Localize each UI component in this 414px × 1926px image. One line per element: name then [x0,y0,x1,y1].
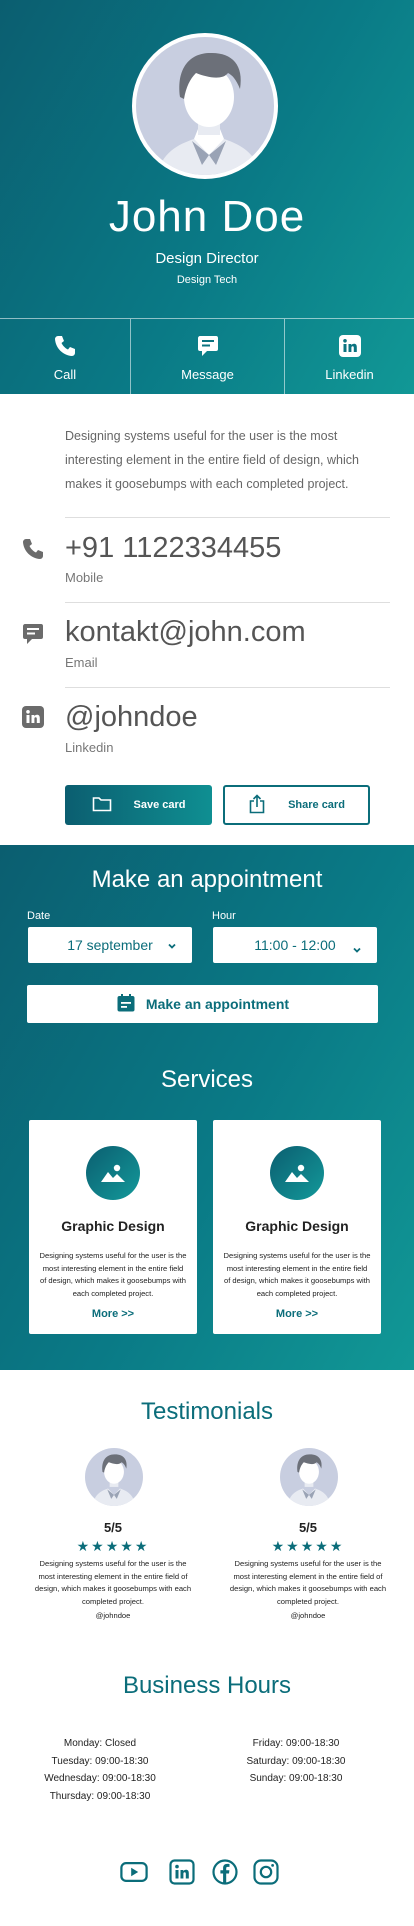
save-card-button[interactable]: Save card [65,785,212,825]
contact-value: kontakt@john.com [65,616,306,648]
contact-label: Mobile [65,570,104,585]
testimonial-handle: @johndoe [95,1611,131,1620]
image-icon [86,1146,140,1200]
bio-text: Designing systems useful for the user is… [65,429,359,491]
service-description: Designing systems useful for the user is… [223,1251,371,1298]
contact-value: @johndoe [65,701,198,733]
save-card-label: Save card [133,799,186,811]
linkedin-icon [337,333,363,359]
service-card[interactable]: Graphic Design Designing systems useful … [29,1120,197,1334]
services-heading: Services [160,1066,254,1093]
hour-label: Hour [212,910,236,922]
hours-item: Thursday: 09:00-18:30 [49,1790,151,1802]
testimonial-rating: 5/5 [103,1520,123,1535]
hour-value: 11:00 - 12:00 [254,937,336,953]
hours-list-right: Friday: 09:00-18:30 Saturday: 09:00-18:3… [211,1735,381,1788]
date-value: 17 september [67,937,153,953]
make-appointment-button[interactable]: Make an appointment [27,985,378,1023]
phone-icon [52,333,78,359]
testimonial-rating: 5/5 [298,1520,318,1535]
contact-label: Linkedin [65,740,114,755]
contact-label: Email [65,655,98,670]
make-appointment-label: Make an appointment [145,996,290,1012]
service-title: Graphic Design [245,1218,349,1234]
testimonial-handle: @johndoe [290,1611,326,1620]
avatar [85,1448,143,1506]
linkedin-icon[interactable] [168,1858,196,1886]
testimonial-text: Designing systems useful for the user is… [34,1559,192,1606]
quick-actions: Call Message Linkedin [0,318,414,395]
youtube-icon[interactable] [120,1858,148,1886]
divider [65,517,390,518]
service-more-link[interactable]: More >> [29,1308,197,1320]
chevron-down-icon [166,939,178,951]
service-more-link[interactable]: More >> [213,1308,381,1320]
hours-item: Sunday: 09:00-18:30 [249,1773,343,1784]
call-button[interactable]: Call [0,319,130,395]
profile-title: Design Director [155,250,259,267]
avatar [280,1448,338,1506]
hours-list-left: Monday: Closed Tuesday: 09:00-18:30 Wedn… [15,1735,185,1805]
divider [65,687,390,688]
hours-item: Tuesday: 09:00-18:30 [51,1755,149,1767]
message-icon [21,622,45,646]
star-rating-icon: ★★★★★ [76,1538,150,1554]
star-rating-icon: ★★★★★ [271,1538,345,1554]
testimonials-heading: Testimonials [140,1398,274,1425]
testimonial-text: Designing systems useful for the user is… [229,1559,387,1606]
share-card-label: Share card [288,799,345,811]
phone-icon [21,537,45,561]
share-card-button[interactable]: Share card [223,785,370,825]
linkedin-label: Linkedin [325,366,374,382]
avatar [132,33,278,179]
linkedin-icon [21,705,45,729]
business-hours-heading: Business Hours [122,1672,292,1699]
message-label: Message [181,366,234,382]
message-button[interactable]: Message [130,319,284,395]
appointment-heading: Make an appointment [91,866,323,893]
service-description: Designing systems useful for the user is… [39,1251,187,1298]
instagram-icon[interactable] [252,1858,280,1886]
facebook-icon[interactable] [211,1858,239,1886]
hours-item: Wednesday: 09:00-18:30 [44,1773,156,1784]
chevron-down-icon [351,943,363,955]
service-card[interactable]: Graphic Design Designing systems useful … [213,1120,381,1334]
message-icon [195,333,221,359]
profile-company: Design Tech [176,274,238,286]
call-label: Call [53,366,77,382]
profile-header: John Doe Design Director Design Tech Cal… [0,0,414,395]
hours-item: Friday: 09:00-18:30 [252,1738,340,1749]
image-icon [270,1146,324,1200]
calendar-icon [116,993,136,1016]
hours-item: Monday: Closed [63,1738,137,1749]
folder-icon [92,796,112,815]
profile-name: John Doe [108,192,306,241]
divider [65,602,390,603]
contact-value: +91 1122334455 [65,532,282,564]
service-title: Graphic Design [61,1218,165,1234]
linkedin-button[interactable]: Linkedin [284,319,414,395]
hours-item: Saturday: 09:00-18:30 [246,1755,346,1767]
date-label: Date [27,910,51,922]
hour-select[interactable]: 11:00 - 12:00 [213,927,377,963]
share-icon [248,793,266,817]
date-select[interactable]: 17 september [28,927,192,963]
